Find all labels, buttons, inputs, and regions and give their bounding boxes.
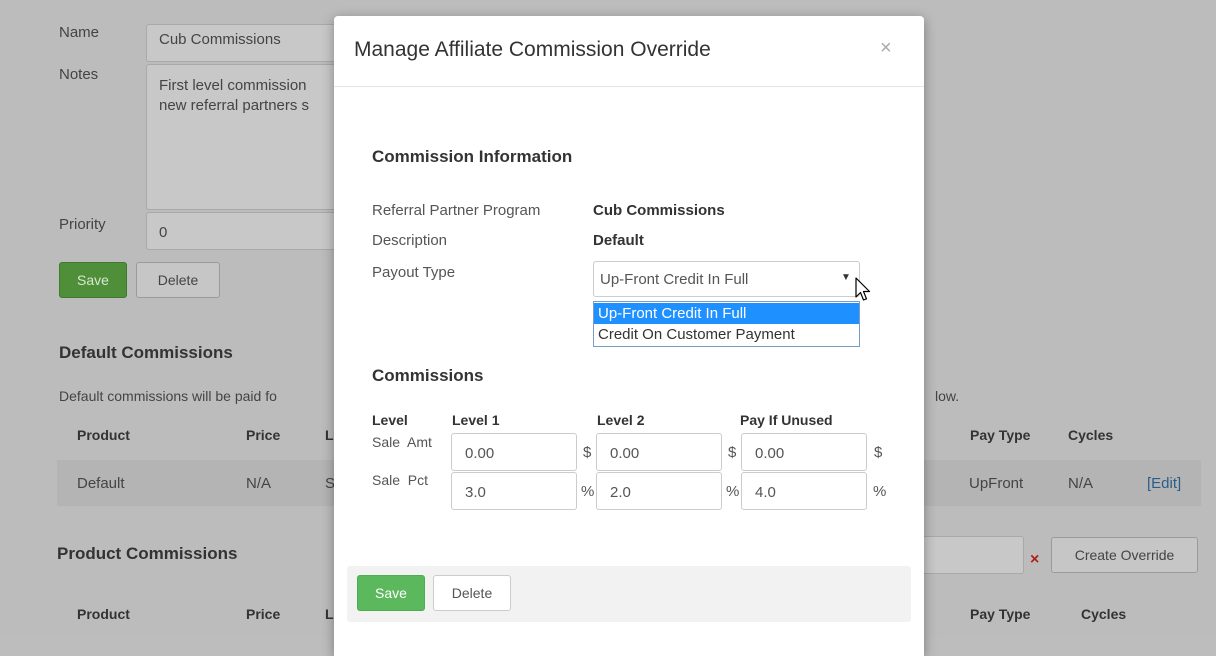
- col-price-2: Price: [246, 606, 281, 622]
- level2-amt-unit: $: [728, 444, 737, 461]
- payout-type-dropdown: Up-Front Credit In Full Credit On Custom…: [593, 301, 860, 347]
- payout-type-label: Payout Type: [372, 264, 456, 281]
- commission-information-heading: Commission Information: [372, 147, 573, 166]
- delete-button[interactable]: Delete: [136, 262, 220, 298]
- level2-header: Level 2: [597, 412, 645, 428]
- pay-if-unused-header: Pay If Unused: [740, 412, 833, 428]
- save-button[interactable]: Save: [59, 262, 127, 298]
- name-label: Name: [59, 24, 100, 41]
- payout-option-upfront[interactable]: Up-Front Credit In Full: [594, 303, 859, 324]
- description-value: Default: [593, 232, 644, 249]
- level1-pct-input[interactable]: 3.0: [451, 472, 577, 510]
- default-commissions-desc-end: low.: [935, 388, 960, 404]
- edit-link[interactable]: [Edit]: [1147, 475, 1181, 492]
- row-cycles: N/A: [1068, 475, 1094, 492]
- unused-pct-input[interactable]: 4.0: [741, 472, 867, 510]
- col-product-2: Product: [77, 606, 130, 622]
- payout-type-select[interactable]: Up-Front Credit In Full ▼: [593, 261, 860, 297]
- payout-type-selected: Up-Front Credit In Full: [600, 271, 749, 288]
- product-search-input[interactable]: [924, 536, 1024, 574]
- level1-pct-unit: %: [581, 483, 595, 500]
- priority-input[interactable]: 0: [146, 212, 346, 250]
- notes-textarea[interactable]: First level commission new referral part…: [146, 64, 346, 210]
- notes-line-2: new referral partners s: [159, 97, 310, 114]
- modal-delete-button[interactable]: Delete: [433, 575, 511, 611]
- col-price: Price: [246, 427, 281, 443]
- level2-pct-unit: %: [726, 483, 740, 500]
- default-commissions-desc: Default commissions will be paid fo: [59, 388, 277, 404]
- mouse-cursor-icon: [855, 277, 871, 301]
- level1-amt-input[interactable]: 0.00: [451, 433, 577, 471]
- chevron-down-icon: ▼: [841, 272, 851, 283]
- col-level: L: [325, 427, 334, 443]
- product-commissions-heading: Product Commissions: [57, 544, 238, 563]
- col-level-2: L: [325, 606, 334, 622]
- unused-amt-unit: $: [874, 444, 883, 461]
- col-cycles-2: Cycles: [1081, 606, 1127, 622]
- modal-save-button[interactable]: Save: [357, 575, 425, 611]
- commissions-heading: Commissions: [372, 366, 484, 385]
- create-override-button[interactable]: Create Override: [1051, 537, 1198, 573]
- referral-program-label: Referral Partner Program: [372, 202, 541, 219]
- col-cycles: Cycles: [1068, 427, 1114, 443]
- sale-pct-label: Sale Pct: [372, 472, 429, 488]
- modal-footer: Save Delete: [347, 566, 911, 622]
- default-commissions-heading: Default Commissions: [59, 343, 233, 362]
- modal-title: Manage Affiliate Commission Override: [354, 38, 711, 61]
- level2-amt-input[interactable]: 0.00: [596, 433, 722, 471]
- priority-label: Priority: [59, 216, 106, 233]
- level2-pct-input[interactable]: 2.0: [596, 472, 722, 510]
- row-pay-type: UpFront: [969, 475, 1024, 492]
- payout-option-customer-payment[interactable]: Credit On Customer Payment: [594, 324, 859, 345]
- level1-header: Level 1: [452, 412, 500, 428]
- unused-pct-unit: %: [873, 483, 887, 500]
- row-product: Default: [77, 475, 125, 492]
- unused-amt-input[interactable]: 0.00: [741, 433, 867, 471]
- col-product: Product: [77, 427, 130, 443]
- close-icon[interactable]: ×: [880, 37, 892, 60]
- notes-label: Notes: [59, 66, 99, 83]
- notes-line-1: First level commission: [159, 77, 307, 94]
- name-input[interactable]: Cub Commissions: [146, 24, 346, 62]
- col-pay-type: Pay Type: [970, 427, 1031, 443]
- sale-amt-label: Sale Amt: [372, 434, 432, 450]
- modal-header: Manage Affiliate Commission Override ×: [334, 16, 924, 87]
- description-label: Description: [372, 232, 448, 249]
- row-price: N/A: [246, 475, 272, 492]
- remove-icon[interactable]: ×: [1030, 551, 1039, 569]
- col-pay-type-2: Pay Type: [970, 606, 1031, 622]
- level1-amt-unit: $: [583, 444, 592, 461]
- commission-override-modal: Manage Affiliate Commission Override × C…: [334, 16, 924, 656]
- referral-program-value: Cub Commissions: [593, 202, 725, 219]
- level-header: Level: [372, 412, 408, 428]
